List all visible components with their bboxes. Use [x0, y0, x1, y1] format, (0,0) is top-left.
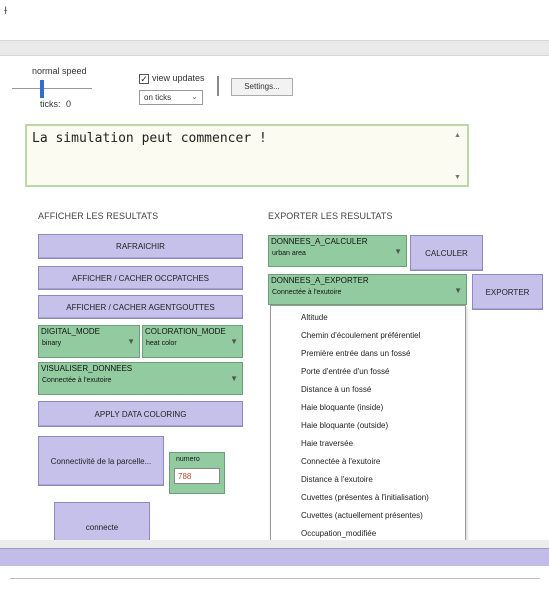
- exporter-button[interactable]: EXPORTER: [472, 274, 543, 310]
- dropdown-option[interactable]: Connectée à l'exutoire: [301, 457, 380, 466]
- dropdown-option[interactable]: Haie traversée: [301, 439, 353, 448]
- connectivity-button[interactable]: Connectivité de la parcelle...: [38, 436, 164, 486]
- speed-label: normal speed: [32, 66, 87, 76]
- refresh-button-label: RAFRAICHIR: [116, 242, 165, 251]
- apply-data-coloring-button[interactable]: APPLY DATA COLORING: [38, 401, 243, 427]
- toolbar-strip: [0, 40, 549, 56]
- dropdown-option[interactable]: Première entrée dans un fossé: [301, 349, 410, 358]
- donnees-calculer-label: DONNEES_A_CALCULER: [271, 237, 368, 246]
- dropdown-option[interactable]: Cuvettes (actuellement présentes): [301, 511, 423, 520]
- scroll-down-icon[interactable]: ▼: [454, 174, 461, 181]
- donnees-exporter-chooser[interactable]: DONNEES_A_EXPORTER Connectée à l'exutoir…: [268, 274, 467, 305]
- toggle-occpatches-button[interactable]: AFFICHER / CACHER OCCPATCHES: [38, 266, 243, 290]
- donnees-calculer-chooser[interactable]: DONNEES_A_CALCULER urban area ▼: [268, 235, 407, 267]
- dropdown-arrow-icon: ▼: [394, 247, 402, 256]
- donnees-exporter-value: Connectée à l'exutoire: [272, 289, 342, 296]
- bottom-button-strip[interactable]: [0, 548, 549, 566]
- numero-value: 788: [174, 468, 220, 484]
- exporter-button-label: EXPORTER: [485, 287, 530, 297]
- dropdown-option[interactable]: Occupation_modifiée: [301, 529, 376, 538]
- dropdown-option[interactable]: Distance à un fossé: [301, 385, 371, 394]
- toggle-occpatches-label: AFFICHER / CACHER OCCPATCHES: [71, 273, 210, 283]
- visualiser-donnees-label: VISUALISER_DONNEES: [41, 364, 133, 373]
- window-corner-glyph: ɫ: [4, 6, 8, 17]
- donnees-calculer-value: urban area: [272, 250, 306, 257]
- toggle-agentgouttes-button[interactable]: AFFICHER / CACHER AGENTGOUTTES: [38, 295, 243, 319]
- refresh-button[interactable]: RAFRAICHIR: [38, 234, 243, 259]
- numero-label: numero: [176, 456, 200, 463]
- connecte-button-label: connecte: [85, 522, 119, 532]
- output-text: La simulation peut commencer !: [32, 131, 267, 146]
- calculer-button-label: CALCULER: [425, 248, 468, 258]
- donnees-exporter-label: DONNEES_A_EXPORTER: [271, 276, 369, 285]
- dropdown-arrow-icon: ▼: [230, 374, 238, 383]
- horizontal-scrollbar[interactable]: [0, 540, 549, 548]
- visualiser-donnees-value: Connectée à l'exutoire: [42, 377, 112, 384]
- dropdown-option[interactable]: Cuvettes (présentes à l'initialisation): [301, 493, 429, 502]
- dropdown-option[interactable]: Haie bloquante (inside): [301, 403, 383, 412]
- digital-mode-chooser[interactable]: DIGITAL_MODE binary ▼: [38, 325, 140, 358]
- coloration-mode-value: heat color: [146, 340, 177, 347]
- dropdown-arrow-icon: ▼: [127, 337, 135, 346]
- speed-slider-track[interactable]: [12, 88, 92, 89]
- connectivity-button-label: Connectivité de la parcelle...: [50, 456, 152, 466]
- connecte-button[interactable]: connecte: [54, 502, 150, 542]
- update-mode-value: on ticks: [144, 93, 172, 102]
- calculer-button[interactable]: CALCULER: [410, 235, 483, 271]
- view-updates-checkbox[interactable]: ✓: [139, 74, 149, 84]
- dropdown-option[interactable]: Chemin d'écoulement préférentiel: [301, 331, 420, 340]
- visualiser-donnees-chooser[interactable]: VISUALISER_DONNEES Connectée à l'exutoir…: [38, 362, 243, 395]
- digital-mode-value: binary: [42, 340, 62, 347]
- coloration-mode-chooser[interactable]: COLORATION_MODE heat color ▼: [142, 325, 243, 358]
- dropdown-option[interactable]: Haie bloquante (outside): [301, 421, 388, 430]
- numero-monitor: numero 788: [169, 452, 225, 494]
- dropdown-arrow-icon: ▼: [454, 286, 462, 295]
- export-dropdown-list: Altitude Chemin d'écoulement préférentie…: [270, 305, 466, 542]
- ticks-label: ticks:: [40, 99, 61, 109]
- view-updates-label: view updates: [152, 73, 205, 83]
- speed-slider-thumb[interactable]: [40, 80, 44, 98]
- divider: [10, 578, 540, 579]
- scroll-up-icon[interactable]: ▲: [454, 132, 461, 139]
- apply-data-coloring-label: APPLY DATA COLORING: [94, 409, 187, 419]
- dropdown-option[interactable]: Distance à l'exutoire: [301, 475, 373, 484]
- ticks-value: 0: [66, 99, 72, 109]
- results-export-title: EXPORTER LES RESULTATS: [268, 211, 393, 221]
- dropdown-option[interactable]: Porte d'entrée d'un fossé: [301, 367, 389, 376]
- chevron-down-icon: ⌄: [191, 92, 198, 101]
- update-mode-select[interactable]: on ticks ⌄: [139, 90, 203, 105]
- results-display-title: AFFICHER LES RESULTATS: [38, 211, 159, 221]
- dropdown-option[interactable]: Altitude: [301, 313, 328, 322]
- settings-button[interactable]: Settings...: [231, 78, 293, 96]
- coloration-mode-label: COLORATION_MODE: [145, 327, 226, 336]
- toolbar-divider: [217, 76, 219, 96]
- toggle-agentgouttes-label: AFFICHER / CACHER AGENTGOUTTES: [66, 302, 215, 312]
- digital-mode-label: DIGITAL_MODE: [41, 327, 100, 336]
- dropdown-arrow-icon: ▼: [230, 337, 238, 346]
